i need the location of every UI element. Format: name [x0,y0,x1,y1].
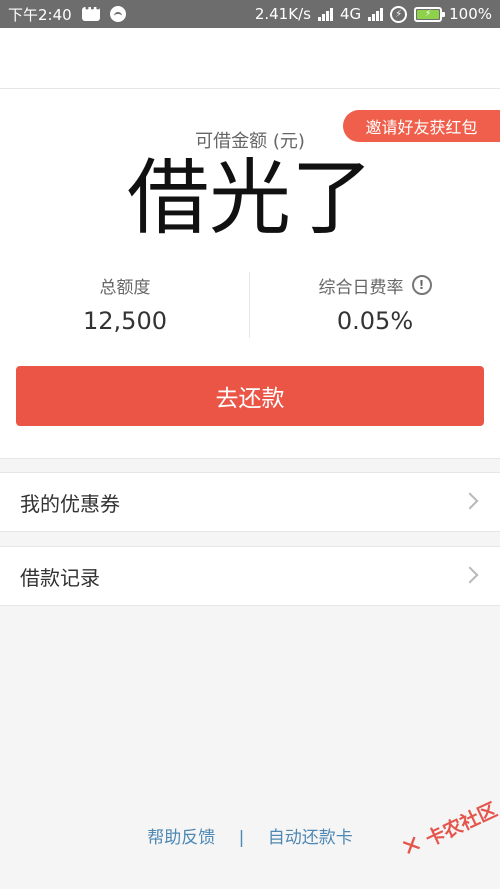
message-icon [81,2,100,21]
network-type: 4G [339,5,362,23]
footer-separator: | [238,828,245,848]
daily-rate-label: 综合日费率 [318,277,404,298]
credit-stats: 总额度 12,500 综合日费率 ! 0.05% [0,271,500,341]
signal-icon [317,7,333,21]
auto-repay-card-link[interactable]: 自动还款卡 [268,828,353,848]
signal-icon-2 [368,7,384,21]
menu-item-label: 我的优惠券 [20,491,120,516]
menu-item-loan-records[interactable]: 借款记录 [0,546,500,606]
available-amount-value: 借光了 [126,151,373,246]
daily-rate-value: 0.05% [336,307,414,335]
status-right: 2.41K/s 4G ⚡ ⚡ 100% [255,5,492,23]
daily-rate-label-row: 综合日费率 ! [250,271,500,299]
status-time: 下午2:40 [8,5,72,24]
credit-card-panel: 邀请好友获红包 可借金额 (元) 借光了 总额度 12,500 综合日费率 ! … [0,89,500,459]
status-left: 下午2:40 [8,2,126,25]
available-amount-label: 可借金额 (元) [195,131,305,152]
battery-icon: ⚡ [414,6,446,22]
menu-item-label: 借款记录 [20,565,100,590]
network-speed: 2.41K/s [254,5,311,23]
status-bar: 下午2:40 2.41K/s 4G ⚡ ⚡ 100% [0,0,500,28]
nav-bar [0,28,500,89]
info-icon[interactable]: ! [411,275,432,295]
daily-rate-stat: 综合日费率 ! 0.05% [250,271,500,341]
total-limit-value: 12,500 [83,307,167,335]
total-limit-stat: 总额度 12,500 [0,271,250,341]
hotspot-icon [109,6,126,22]
stats-divider [249,272,250,338]
watermark: ✕ 卡农社区 [392,788,500,870]
chevron-right-icon [461,566,479,584]
battery-level: 100% [449,5,492,23]
total-limit-label: 总额度 [99,277,151,298]
chevron-right-icon [461,492,479,510]
menu-item-coupons[interactable]: 我的优惠券 [0,472,500,532]
repay-button[interactable]: 去还款 [16,366,484,426]
charging-icon: ⚡ [390,5,408,23]
help-feedback-link[interactable]: 帮助反馈 [147,828,215,848]
